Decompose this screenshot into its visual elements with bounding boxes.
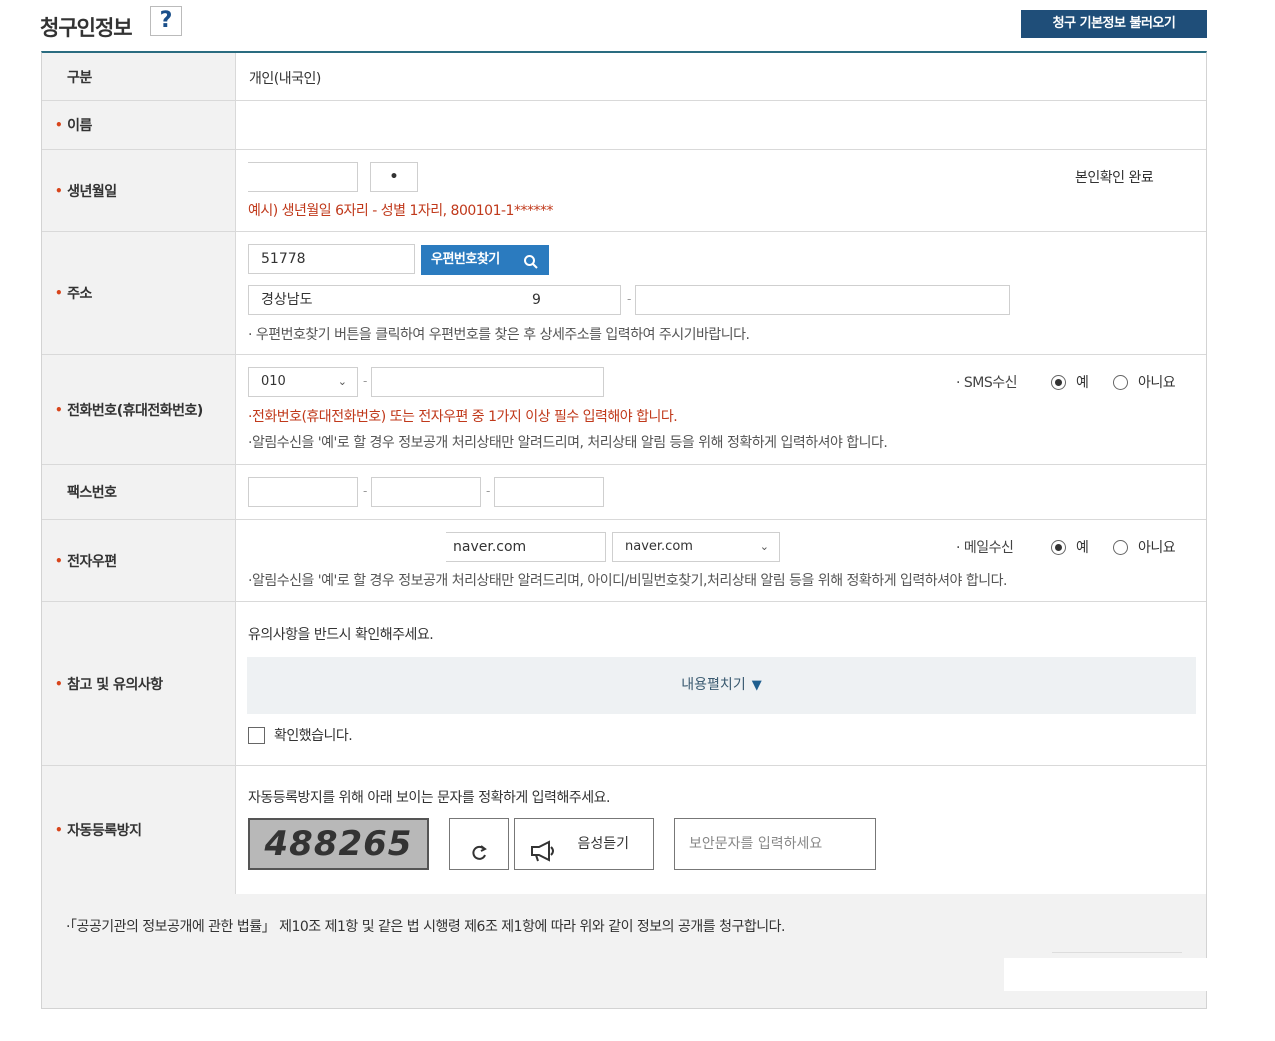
mail-no-radio[interactable]	[1113, 540, 1128, 555]
category-value: 개인(내국인)	[249, 71, 321, 87]
sms-no-radio[interactable]	[1113, 375, 1128, 390]
address-hint: · 우편번호찾기 버튼을 클릭하여 우편번호를 찾은 후 상세주소를 입력하여 …	[248, 327, 750, 343]
row-birth: • 생년월일 • 본인확인 완료 예시) 생년월일 6자리 - 성별 1자리, 8…	[42, 150, 1206, 232]
fax-label: 팩스번호	[42, 465, 236, 519]
megaphone-icon	[529, 833, 559, 862]
zipcode-input[interactable]: 51778	[248, 244, 415, 274]
fax-part1-input[interactable]	[248, 477, 358, 507]
requester-info-form: 구분 개인(내국인) • 이름 • 생년월일 • 본인확인 완료 예시) 생년월일 …	[41, 51, 1207, 894]
required-mark: •	[55, 553, 63, 568]
row-fax: 팩스번호 - -	[42, 465, 1206, 520]
legal-statement: ·「공공기관의 정보공개에 관한 법률」 제10조 제1항 및 같은 법 시행령…	[66, 919, 785, 935]
phone-required-notice: ·전화번호(휴대전화번호) 또는 전자우편 중 1가지 이상 필수 입력해야 합…	[248, 409, 678, 425]
mail-yes-radio[interactable]	[1051, 540, 1066, 555]
name-label: • 이름	[42, 101, 236, 149]
required-mark: •	[55, 823, 63, 837]
row-notes: • 참고 및 유의사항 유의사항을 반드시 확인해주세요. 내용펼치기 ▼ 확인했습…	[42, 602, 1206, 766]
birth-label: • 생년월일	[42, 150, 236, 231]
row-category: 구분 개인(내국인)	[42, 53, 1206, 101]
sms-yes-radio[interactable]	[1051, 375, 1066, 390]
row-phone: • 전화번호(휴대전화번호) 010 ⌄ - · SMS수신 예 아니요 ·전화번…	[42, 355, 1206, 465]
mail-label: · 메일수신	[956, 540, 1014, 556]
phone-prefix-select[interactable]: 010 ⌄	[248, 367, 358, 397]
sms-yes-label: 예	[1076, 375, 1089, 391]
category-label: 구분	[42, 53, 236, 100]
birth-date-input[interactable]	[248, 162, 358, 192]
phone-number-input[interactable]	[371, 367, 604, 397]
required-mark: •	[55, 183, 63, 198]
chevron-down-icon: ⌄	[759, 540, 769, 553]
captcha-image: 488265	[248, 818, 429, 870]
sms-label: · SMS수신	[956, 375, 1018, 391]
page-title: 청구인정보	[40, 16, 133, 40]
phone-label: • 전화번호(휴대전화번호)	[42, 355, 236, 464]
load-basic-info-button[interactable]: 청구 기본정보 불러오기	[1021, 10, 1207, 38]
search-icon	[523, 252, 539, 269]
verified-status: 본인확인 완료	[1075, 170, 1154, 186]
chevron-down-icon: ⌄	[337, 375, 347, 388]
required-mark: •	[55, 118, 63, 132]
find-zipcode-button[interactable]: 우편번호찾기	[421, 245, 549, 275]
row-name: • 이름	[42, 101, 1206, 150]
notes-intro: 유의사항을 반드시 확인해주세요.	[248, 627, 434, 643]
triangle-down-icon: ▼	[751, 678, 762, 693]
fax-part3-input[interactable]	[494, 477, 604, 507]
birth-example: 예시) 생년월일 6자리 - 성별 1자리, 800101-1******	[248, 203, 553, 219]
required-mark: •	[55, 676, 63, 691]
confirm-checkbox[interactable]	[248, 727, 265, 744]
captcha-label: • 자동등록방지	[42, 766, 236, 894]
sms-no-label: 아니요	[1138, 375, 1176, 391]
captcha-intro: 자동등록방지를 위해 아래 보이는 문자를 정확하게 입력해주세요.	[248, 790, 610, 806]
phone-notice: ·알림수신을 '예'로 할 경우 정보공개 처리상태만 알려드리며, 처리상태 …	[248, 435, 888, 451]
help-button[interactable]: ?	[150, 6, 182, 36]
email-label: • 전자우편	[42, 520, 236, 601]
legal-statement-box: ·「공공기관의 정보공개에 관한 법률」 제10조 제1항 및 같은 법 시행령…	[41, 894, 1207, 1009]
required-mark: •	[55, 402, 63, 417]
refresh-icon	[469, 834, 489, 860]
mail-no-label: 아니요	[1138, 540, 1176, 556]
email-domain-select[interactable]: naver.com ⌄	[612, 532, 780, 562]
confirm-label: 확인했습니다.	[274, 728, 353, 744]
row-address: • 주소 51778 우편번호찾기 경상남도 9 - · 우편번호찾기 버튼을 클…	[42, 232, 1206, 355]
name-field-area[interactable]	[236, 101, 1206, 149]
required-mark: •	[55, 286, 63, 300]
audio-captcha-button[interactable]: 음성듣기	[514, 818, 654, 870]
email-notice: ·알림수신을 '예'로 할 경우 정보공개 처리상태만 알려드리며, 아이디/비…	[248, 573, 1007, 589]
mail-yes-label: 예	[1076, 540, 1089, 556]
notes-label: • 참고 및 유의사항	[42, 602, 236, 765]
expand-content-button[interactable]: 내용펼치기 ▼	[247, 657, 1196, 714]
refresh-captcha-button[interactable]	[449, 818, 509, 870]
row-email: • 전자우편 naver.com naver.com ⌄ · 메일수신 예 아니요…	[42, 520, 1206, 602]
captcha-input[interactable]: 보안문자를 입력하세요	[674, 818, 876, 870]
row-captcha: • 자동등록방지 자동등록방지를 위해 아래 보이는 문자를 정확하게 입력해주세…	[42, 766, 1206, 894]
gender-digit-input[interactable]: •	[370, 162, 418, 192]
address-label: • 주소	[42, 232, 236, 354]
fax-part2-input[interactable]	[371, 477, 481, 507]
